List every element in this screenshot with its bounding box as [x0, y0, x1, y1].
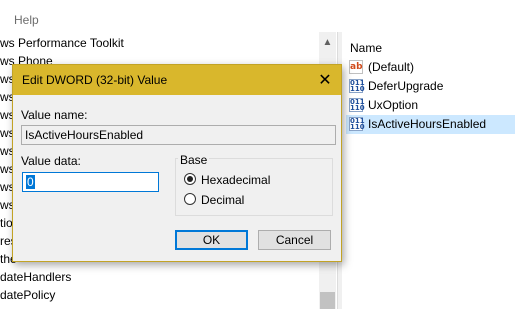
list-item-label: (Default) [368, 60, 415, 74]
list-item-label: UxOption [368, 98, 419, 112]
values-list: Name ab (Default) 011 110 DeferUpgrade 0… [342, 32, 515, 309]
radio-label: Decimal [201, 193, 245, 207]
radio-unchecked-icon[interactable] [184, 193, 196, 205]
menu-bar: Help [0, 0, 515, 32]
close-icon[interactable]: ✕ [309, 65, 341, 95]
value-name-label: Value name: [21, 108, 88, 122]
list-item[interactable]: 011 110 DeferUpgrade [346, 77, 515, 96]
tree-item[interactable]: dateHandlers [0, 268, 71, 286]
binary-value-icon: 011 110 [349, 117, 365, 131]
edit-dword-dialog: Edit DWORD (32-bit) Value ✕ Value name: … [12, 64, 342, 262]
scroll-up-arrow-icon[interactable]: ▲ [319, 34, 336, 51]
cancel-button[interactable]: Cancel [258, 230, 331, 250]
list-item[interactable]: ab (Default) [346, 58, 515, 77]
value-data-label: Value data: [21, 154, 81, 168]
base-label: Base [178, 153, 210, 167]
binary-value-icon: 011 110 [349, 98, 365, 112]
scroll-thumb[interactable] [320, 292, 335, 309]
radio-label: Hexadecimal [201, 173, 271, 187]
value-data-input[interactable]: 0 [22, 172, 159, 192]
dialog-titlebar[interactable]: Edit DWORD (32-bit) Value ✕ [13, 65, 341, 95]
column-header-name[interactable]: Name [350, 39, 382, 57]
tree-item[interactable]: tio [0, 214, 13, 232]
dialog-title: Edit DWORD (32-bit) Value [22, 73, 168, 87]
tree-item[interactable]: ws Performance Toolkit [0, 34, 124, 52]
tree-item[interactable]: datePolicy [0, 286, 55, 304]
value-data-text: 0 [26, 175, 35, 189]
value-name-field: IsActiveHoursEnabled [21, 125, 336, 145]
list-item-selected[interactable]: 011 110 IsActiveHoursEnabled [346, 115, 515, 134]
menu-help[interactable]: Help [14, 13, 39, 27]
string-value-icon: ab [349, 60, 363, 74]
list-item-label: DeferUpgrade [368, 79, 444, 93]
radio-checked-icon[interactable] [184, 173, 196, 185]
list-item-label: IsActiveHoursEnabled [368, 117, 487, 131]
binary-value-icon: 011 110 [349, 79, 365, 93]
list-item[interactable]: 011 110 UxOption [346, 96, 515, 115]
ok-button[interactable]: OK [175, 230, 248, 250]
